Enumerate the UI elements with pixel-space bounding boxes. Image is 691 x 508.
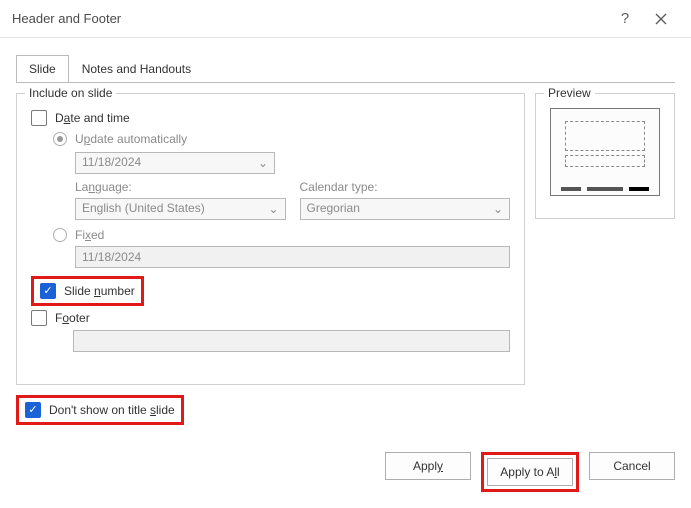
calendar-type-label: Calendar type:	[300, 180, 511, 194]
apply-to-all-button-label: Apply to All	[500, 465, 559, 479]
calendar-type-select[interactable]: Gregorian⌄	[300, 198, 511, 220]
footer-checkbox[interactable]	[31, 310, 47, 326]
preview-group: Preview	[535, 93, 675, 219]
fixed-label: Fixed	[75, 228, 104, 242]
tab-slide[interactable]: Slide	[16, 55, 69, 82]
slide-number-checkbox[interactable]	[40, 283, 56, 299]
chevron-down-icon: ⌄	[491, 202, 505, 216]
fixed-radio[interactable]	[53, 228, 67, 242]
chevron-down-icon: ⌄	[267, 202, 281, 216]
highlight-dont-show: Don't show on title slide	[16, 395, 184, 425]
slide-number-label: Slide number	[64, 284, 135, 298]
preview-thumbnail	[550, 108, 660, 196]
apply-to-all-button[interactable]: Apply to All	[487, 458, 573, 486]
footer-label: Footer	[55, 311, 90, 325]
close-icon	[655, 13, 667, 25]
auto-date-select[interactable]: 11/18/2024⌄	[75, 152, 275, 174]
highlight-slide-number: Slide number	[31, 276, 144, 306]
update-automatically-label: Update automatically	[75, 132, 187, 146]
include-legend: Include on slide	[25, 86, 116, 100]
cancel-button-label: Cancel	[613, 459, 650, 473]
dont-show-on-title-checkbox[interactable]	[25, 402, 41, 418]
language-label: Language:	[75, 180, 286, 194]
date-and-time-checkbox[interactable]	[31, 110, 47, 126]
cancel-button[interactable]: Cancel	[589, 452, 675, 480]
preview-legend: Preview	[544, 86, 595, 100]
footer-text-field[interactable]	[73, 330, 510, 352]
include-on-slide-group: Include on slide Date and time Update au…	[16, 93, 525, 385]
dont-show-on-title-label: Don't show on title slide	[49, 403, 175, 417]
highlight-apply-to-all: Apply to All	[481, 452, 579, 492]
language-select[interactable]: English (United States)⌄	[75, 198, 286, 220]
titlebar: Header and Footer ?	[0, 0, 691, 38]
dialog-title: Header and Footer	[12, 11, 607, 26]
tab-notes-and-handouts[interactable]: Notes and Handouts	[69, 55, 204, 82]
apply-button[interactable]: Apply	[385, 452, 471, 480]
apply-button-label: Apply	[413, 459, 443, 473]
chevron-down-icon: ⌄	[256, 156, 270, 170]
help-button[interactable]: ?	[607, 1, 643, 37]
close-button[interactable]	[643, 1, 679, 37]
date-and-time-label: Date and time	[55, 111, 130, 125]
fixed-date-field[interactable]: 11/18/2024	[75, 246, 510, 268]
tabstrip: Slide Notes and Handouts	[16, 54, 691, 81]
update-automatically-radio[interactable]	[53, 132, 67, 146]
